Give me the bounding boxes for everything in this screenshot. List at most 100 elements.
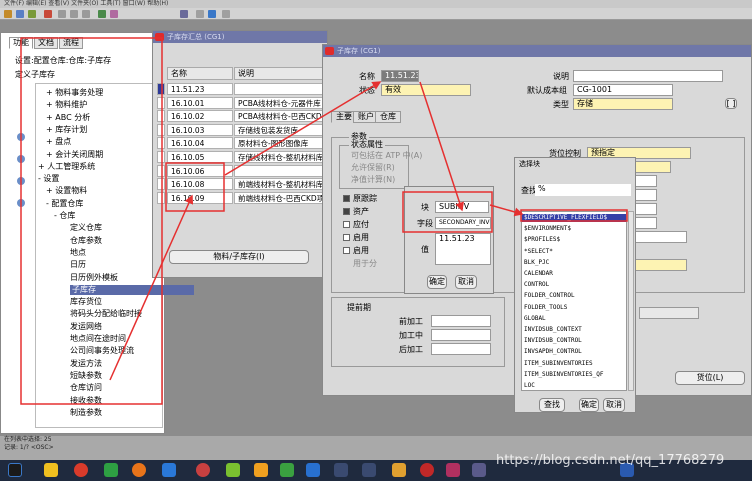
window-title[interactable]: 子库存汇总 (CG1): [153, 31, 327, 43]
app-icon[interactable]: [226, 463, 240, 477]
zoom-icon[interactable]: [208, 10, 216, 18]
locators-button[interactable]: 货位(L): [675, 371, 745, 385]
tree-item[interactable]: 日历例外模板: [70, 273, 118, 283]
field-field[interactable]: SECONDARY_INVENTORY_NAME: [435, 217, 491, 229]
tree-item[interactable]: 公司间事务处理流: [70, 346, 134, 356]
reservable-option[interactable]: 允许保留(R): [351, 163, 395, 173]
dialog-title[interactable]: 选择块: [515, 158, 635, 170]
block-list-item[interactable]: $ENVIRONMENT$: [524, 225, 571, 233]
tree-item[interactable]: 发运网络: [70, 322, 102, 332]
tree-item[interactable]: 日历: [70, 260, 86, 270]
row-name-cell[interactable]: 16.10.05: [167, 151, 233, 163]
start-icon[interactable]: [8, 463, 22, 477]
asset-checkbox[interactable]: [343, 208, 350, 215]
row-indicator[interactable]: [157, 178, 165, 191]
tree-item[interactable]: 仓库访问: [70, 383, 102, 393]
name-field[interactable]: 11.51.23: [381, 70, 419, 82]
quantity-tracked-checkbox[interactable]: [343, 195, 350, 202]
folder-icon[interactable]: [110, 10, 118, 18]
block-list-item[interactable]: GLOBAL: [524, 315, 546, 323]
app-icon[interactable]: [334, 463, 348, 477]
row-name-cell[interactable]: 16.10.04: [167, 137, 233, 150]
tree-item[interactable]: 短缺参数: [70, 371, 102, 381]
block-list-item[interactable]: $DESCRIPTIVE_FLEXFIELD$: [522, 214, 626, 222]
tree-item[interactable]: - 仓库: [54, 211, 75, 221]
param-field-6[interactable]: [633, 259, 687, 271]
close-icon[interactable]: [44, 10, 52, 18]
processing-field[interactable]: [431, 329, 491, 341]
copy-icon[interactable]: [70, 10, 78, 18]
atp-option[interactable]: 可包括在 ATP 中(A): [351, 151, 422, 161]
tree-item[interactable]: 制造参数: [70, 408, 102, 418]
tab-documents[interactable]: 文档: [34, 37, 58, 49]
param-field-4[interactable]: [633, 217, 657, 229]
print-icon[interactable]: [28, 10, 36, 18]
nettable-option[interactable]: 净值计算(N): [351, 175, 395, 185]
app-icon[interactable]: [280, 463, 294, 477]
row-description-cell[interactable]: PCBA线材料仓-元器件库: [234, 96, 328, 109]
tree-item[interactable]: 库存货位: [70, 297, 102, 307]
enable-checkbox-1[interactable]: [343, 234, 350, 241]
tab-functions[interactable]: 功能: [9, 37, 33, 49]
row-name-cell[interactable]: 16.10.06: [167, 164, 233, 177]
row-indicator[interactable]: [157, 110, 165, 123]
block-list-item[interactable]: INVSAPDH_CONTROL: [524, 348, 582, 356]
tree-item[interactable]: - 配置仓库: [46, 199, 83, 209]
param-field-2[interactable]: [633, 189, 657, 201]
block-field[interactable]: SUBINV: [435, 201, 489, 213]
find-button[interactable]: 查找: [539, 398, 565, 412]
tree-item[interactable]: 发运方法: [70, 359, 102, 369]
folder-icon[interactable]: [392, 463, 406, 477]
row-description-cell[interactable]: 前端线材料仓-整机材料库: [234, 178, 328, 191]
app-icon[interactable]: [254, 463, 268, 477]
tree-item[interactable]: + 盘点: [46, 137, 71, 147]
collapse-icon[interactable]: [17, 199, 25, 207]
tree-item[interactable]: 地点: [70, 248, 86, 258]
block-list-scrollbar[interactable]: [628, 211, 634, 391]
app-icon[interactable]: [104, 463, 118, 477]
row-name-cell[interactable]: 16.10.09: [167, 191, 233, 204]
row-indicator[interactable]: [157, 151, 165, 163]
row-name-cell[interactable]: 16.10.01: [167, 96, 233, 109]
row-indicator[interactable]: [157, 83, 165, 95]
block-list-item[interactable]: ITEM_SUBINVENTORIES_QF: [524, 371, 603, 379]
block-list-item[interactable]: LOC: [524, 382, 535, 390]
function-tree[interactable]: + 物料事务处理 + 物料维护 + ABC 分析 + 库存计划 + 盘点 + 会计关闭周期…: [35, 83, 194, 428]
row-indicator[interactable]: [157, 137, 165, 150]
block-list-item[interactable]: CONTROL: [524, 281, 549, 289]
row-indicator[interactable]: [157, 164, 165, 177]
enable-checkbox-2[interactable]: [343, 247, 350, 254]
row-description-cell[interactable]: [234, 83, 328, 95]
tree-item[interactable]: 将码头分配给临时接: [70, 309, 142, 319]
tree-item[interactable]: 仓库参数: [70, 236, 102, 246]
param-field-3[interactable]: [633, 203, 657, 215]
lead-dropdown[interactable]: [639, 307, 699, 319]
row-description-cell[interactable]: 存储线材料仓-整机材料库: [234, 151, 328, 163]
cut-icon[interactable]: [58, 10, 66, 18]
tree-item[interactable]: 定义仓库: [70, 223, 102, 233]
tree-item[interactable]: + 会计关闭周期: [46, 150, 103, 160]
row-description-cell[interactable]: 原材料仓-图形图像库: [234, 137, 328, 150]
help-icon[interactable]: [180, 10, 188, 18]
app-icon[interactable]: [472, 463, 486, 477]
ok-button[interactable]: 确定: [579, 398, 599, 412]
tree-item[interactable]: 接收参数: [70, 396, 102, 406]
tab-processes[interactable]: 流程: [59, 37, 83, 49]
block-list-item[interactable]: $PROFILES$: [524, 236, 560, 244]
add-icon[interactable]: [17, 133, 25, 141]
block-list-item[interactable]: ITEM_SUBINVENTORIES: [524, 360, 593, 368]
open-icon[interactable]: [4, 10, 12, 18]
row-description-cell[interactable]: PCBA线材料仓-巴西CKD: [234, 110, 328, 123]
cost-group-field[interactable]: CG-1001: [573, 84, 673, 96]
type-field[interactable]: 存储: [573, 98, 673, 110]
attach-icon[interactable]: [196, 10, 204, 18]
window-title[interactable]: 子库存 (CG1): [323, 45, 751, 57]
payable-checkbox[interactable]: [343, 221, 350, 228]
browser-icon[interactable]: [74, 463, 88, 477]
tree-item[interactable]: + 库存计划: [46, 125, 87, 135]
row-indicator[interactable]: [157, 96, 165, 109]
status-field[interactable]: 有效: [381, 84, 471, 96]
row-description-cell[interactable]: 存储线包装发货库: [234, 123, 328, 136]
description-field[interactable]: [573, 70, 723, 82]
row-name-cell[interactable]: 16.10.03: [167, 123, 233, 136]
